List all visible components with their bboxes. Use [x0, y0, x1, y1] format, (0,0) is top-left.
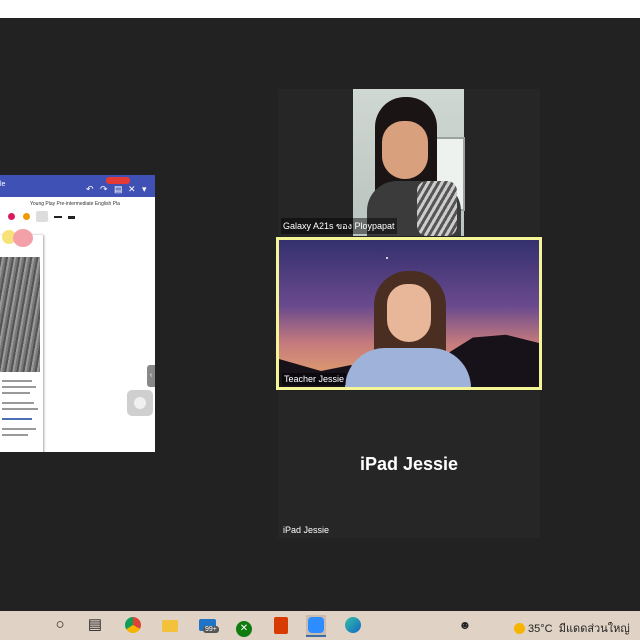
participant-face: [387, 284, 431, 342]
xbox-icon[interactable]: ✕: [234, 615, 254, 637]
shared-app-header: le ↶ ↷ ▤ ✕ ▾: [0, 175, 155, 197]
text-line: [2, 386, 36, 388]
office-icon[interactable]: [271, 615, 291, 635]
color-pink-swatch[interactable]: [8, 213, 15, 220]
close-icon[interactable]: ✕: [128, 184, 136, 195]
zoom-app-icon[interactable]: [306, 615, 326, 637]
notification-badge: 99+: [203, 626, 219, 633]
text-line: [2, 434, 28, 436]
participant-video: [353, 89, 465, 236]
text-line: [2, 428, 36, 430]
participant-tile[interactable]: iPad Jessie iPad Jessie: [278, 391, 540, 538]
sun-icon: [514, 623, 525, 634]
active-speaker-tile[interactable]: Teacher Jessie: [276, 237, 542, 390]
undo-icon[interactable]: ↶: [86, 184, 94, 195]
weather-description: มีแดดส่วนใหญ่: [558, 623, 630, 635]
participant-name-label: iPad Jessie: [283, 525, 330, 535]
window-top-bar: [0, 0, 640, 18]
file-explorer-icon[interactable]: [160, 615, 180, 635]
export-icon[interactable]: ▤: [114, 184, 123, 195]
participant-tile[interactable]: Galaxy A21s ของ Ploypapat: [278, 89, 540, 236]
pen-thin-tool[interactable]: [54, 216, 62, 218]
text-line: [2, 380, 32, 382]
redo-icon[interactable]: ↷: [100, 184, 108, 195]
collapse-panel-button[interactable]: ‹: [147, 365, 155, 387]
participant-name-label: Teacher Jessie: [282, 373, 347, 385]
windows-taskbar: ○ ▤ 99+ ✕ ☻ 35°C มีแดดส่วนใหญ่: [0, 611, 640, 640]
menu-icon[interactable]: ▾: [142, 184, 147, 195]
text-line: [2, 408, 38, 410]
star-dot: [386, 257, 388, 259]
participant-body: [345, 348, 471, 387]
text-line: [2, 392, 30, 394]
search-icon[interactable]: ○: [50, 615, 70, 635]
recording-indicator: [106, 177, 130, 184]
chrome-icon[interactable]: [123, 615, 143, 635]
temperature: 35°C: [528, 623, 553, 635]
participant-face: [382, 121, 428, 179]
participant-display-name: iPad Jessie: [359, 454, 459, 474]
task-view-icon[interactable]: ▤: [85, 615, 105, 635]
pen-selected-tool[interactable]: [36, 211, 48, 222]
people-icon[interactable]: ☻: [455, 615, 475, 635]
shared-tab-label: le: [0, 181, 6, 188]
color-orange-swatch[interactable]: [23, 213, 30, 220]
textbook-photo: [0, 257, 40, 372]
speech-bubble-pink: [13, 229, 33, 247]
weather-widget[interactable]: 35°C มีแดดส่วนใหญ่: [514, 619, 630, 637]
assistive-touch-button[interactable]: [127, 390, 153, 416]
textbook-page: [0, 229, 43, 452]
text-line: [2, 418, 32, 420]
participant-name-label: Galaxy A21s ของ Ploypapat: [281, 218, 397, 234]
shared-document-title: Young Play Pre-intermediate English Pla: [30, 201, 120, 207]
participant-video: Teacher Jessie: [279, 240, 539, 387]
edge-icon[interactable]: [343, 615, 363, 635]
pen-thick-tool[interactable]: [68, 216, 75, 219]
text-line: [2, 402, 34, 404]
shared-screen[interactable]: le ↶ ↷ ▤ ✕ ▾ Young Play Pre-intermediate…: [0, 175, 155, 452]
participant-strap: [417, 181, 457, 236]
